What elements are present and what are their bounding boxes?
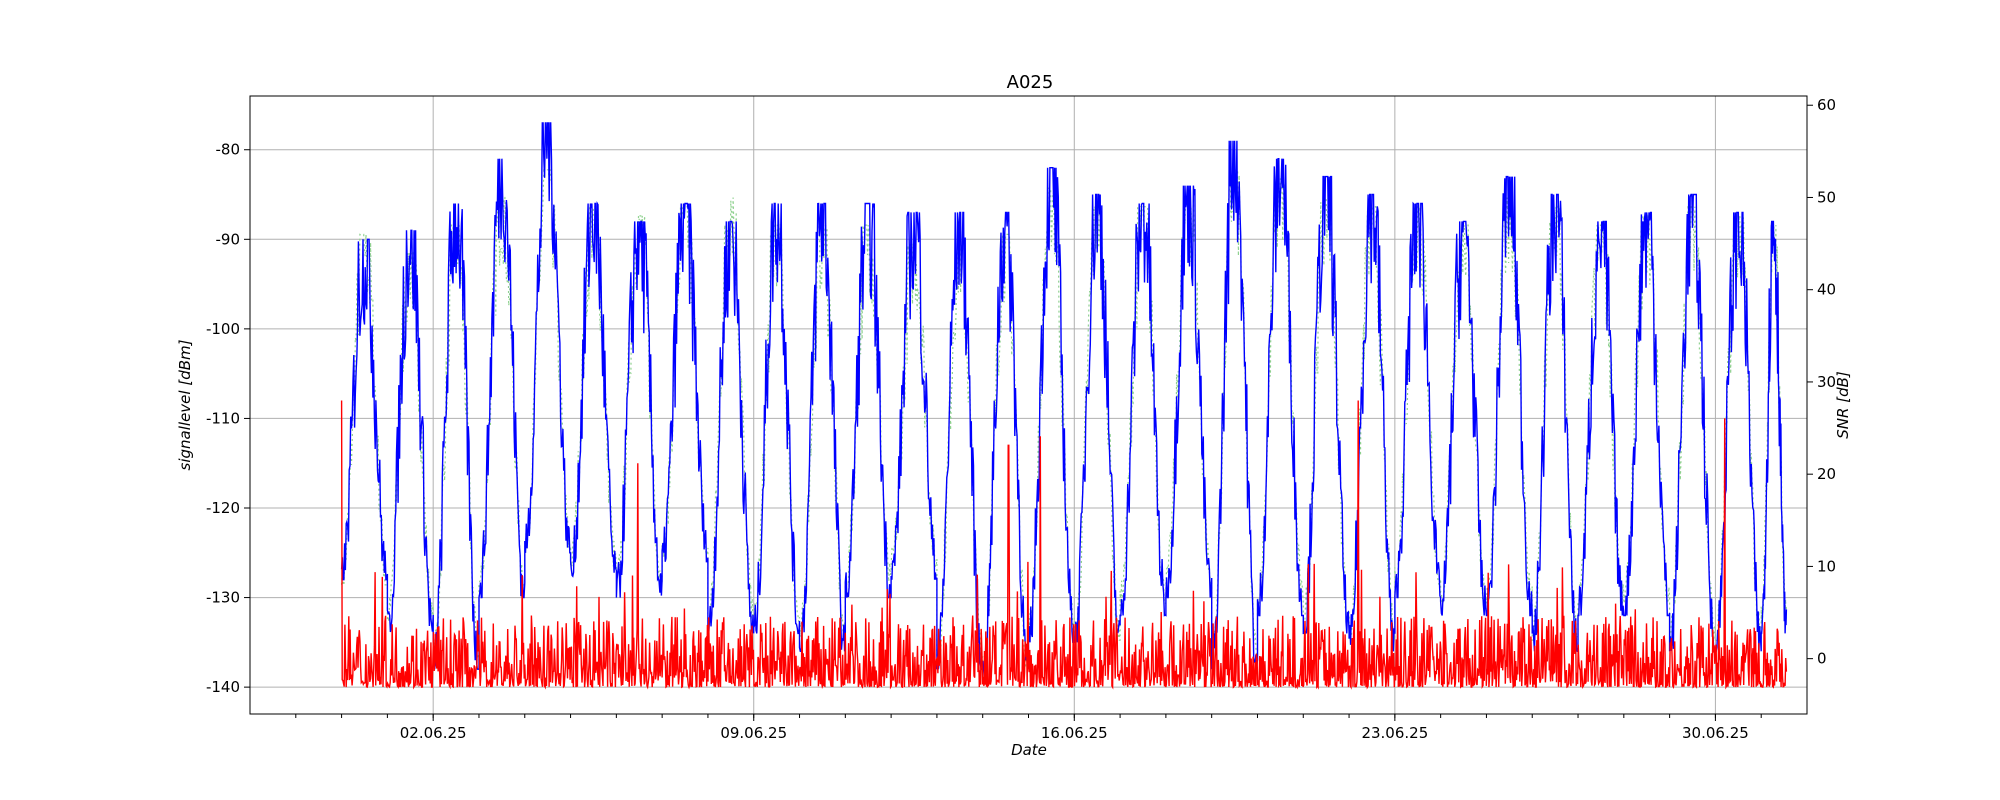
x-tick-label: 02.06.25 [400, 724, 467, 742]
y-axis-label: signallevel [dBm] [176, 339, 194, 470]
x-tick-label: 16.06.25 [1041, 724, 1108, 742]
chart-title: A025 [1007, 72, 1054, 93]
x-tick-label: 09.06.25 [720, 724, 787, 742]
y-tick-label: -90 [216, 230, 241, 248]
y2-tick-label: 20 [1817, 465, 1836, 483]
y-tick-label: -120 [206, 499, 240, 517]
y2-tick-label: 50 [1817, 188, 1836, 206]
y2-tick-label: 40 [1817, 281, 1836, 299]
chart-canvas: A025 -80-90-100-110-120-130-140605040302… [176, 72, 1852, 759]
y2-tick-label: 10 [1817, 557, 1836, 575]
y-tick-label: -140 [206, 678, 240, 696]
signal-series-line [340, 122, 1788, 679]
y-tick-label: -100 [206, 320, 240, 338]
x-tick-label: 23.06.25 [1361, 724, 1428, 742]
x-tick-label: 30.06.25 [1682, 724, 1749, 742]
y2-tick-label: 60 [1817, 96, 1836, 114]
y-tick-label: -110 [206, 409, 240, 427]
y-tick-label: -80 [216, 141, 241, 159]
plot-series [340, 122, 1788, 690]
y2-tick-label: 0 [1817, 650, 1827, 668]
x-axis-label: Date [1011, 741, 1047, 759]
y-tick-label: -130 [206, 589, 240, 607]
y2-axis-label: SNR [dB] [1834, 371, 1852, 439]
